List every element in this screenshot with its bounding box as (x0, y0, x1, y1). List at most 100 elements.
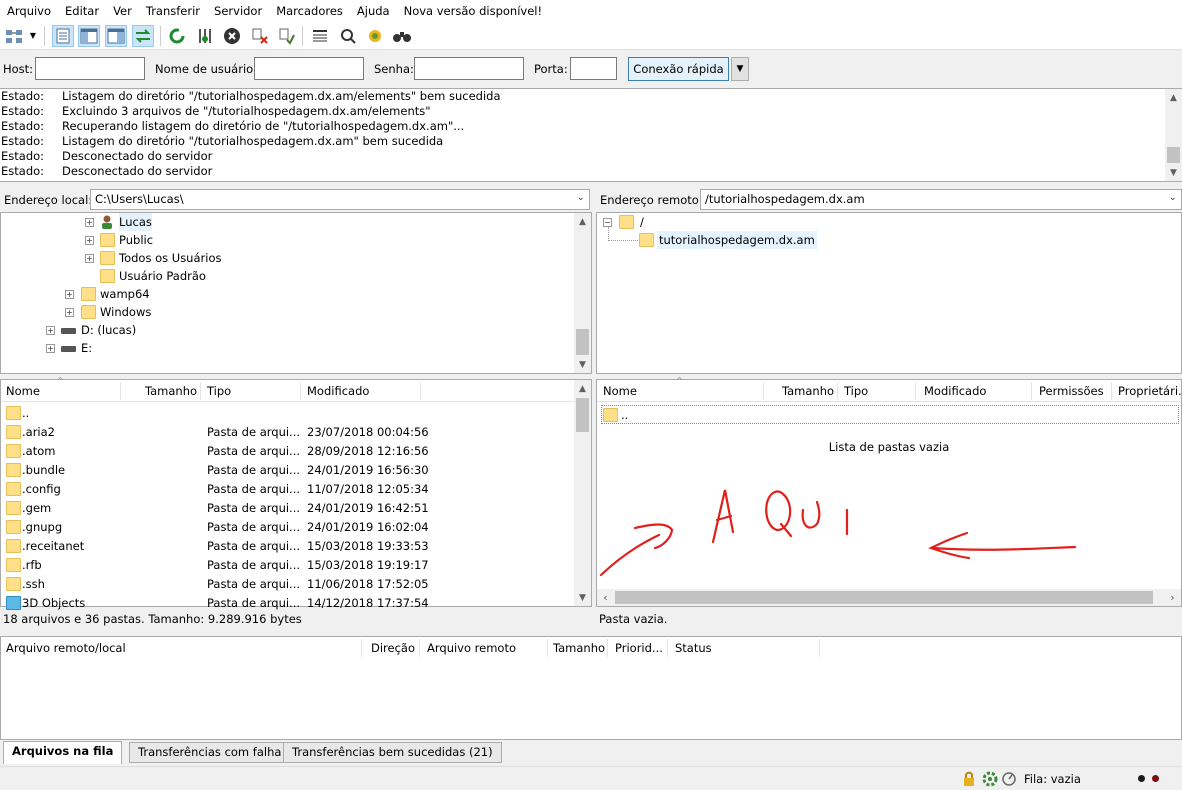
folder-icon (639, 233, 654, 247)
local-address-bar: Endereço local: C:\Users\Lucas\ ⌄ (0, 188, 592, 212)
scroll-down-icon[interactable]: ▼ (574, 589, 591, 606)
scroll-up-icon[interactable]: ▲ (574, 213, 591, 230)
menu-ajuda[interactable]: Ajuda (350, 0, 397, 22)
folder-icon (6, 520, 21, 534)
col-tipo[interactable]: Tipo (844, 384, 868, 398)
file-type: Pasta de arqui... (207, 444, 301, 458)
quickconnect-button[interactable]: Conexão rápida (628, 57, 729, 81)
file-type: Pasta de arqui... (207, 577, 301, 591)
scroll-down-icon[interactable]: ▼ (1165, 164, 1182, 181)
file-modified: 24/01/2019 16:56:30 (307, 463, 429, 477)
list-item[interactable]: .gnupg Pasta de arqui... 24/01/2019 16:02:… (1, 518, 574, 537)
scroll-right-icon[interactable]: › (1164, 589, 1181, 606)
red-annotation (599, 489, 1077, 577)
dropdown-arrow-icon[interactable]: ▼ (26, 25, 40, 47)
file-type: Pasta de arqui... (207, 425, 301, 439)
col-nome[interactable]: Nome (603, 384, 637, 398)
reconnect-icon[interactable] (276, 25, 298, 47)
local-address-input[interactable]: C:\Users\Lucas\ ⌄ (90, 189, 590, 210)
list-item[interactable]: .. (601, 405, 1179, 424)
menu-editar[interactable]: Editar (58, 0, 106, 22)
col-tamanho[interactable]: Tamanho (145, 384, 197, 398)
col-proprietario[interactable]: Proprietári... (1118, 384, 1182, 398)
folder-icon (100, 269, 115, 283)
col-permissoes[interactable]: Permissões (1039, 384, 1104, 398)
file-name: .gem (22, 501, 52, 515)
list-item[interactable]: .aria2 Pasta de arqui... 23/07/2018 00:04:… (1, 423, 574, 442)
tab-transferencias-bem-sucedidas[interactable]: Transferências bem sucedidas (21) (283, 742, 502, 763)
chevron-down-icon[interactable]: ⌄ (577, 192, 585, 203)
queue-tabs: Arquivos na fila Transferências com falh… (0, 740, 1182, 764)
local-list-scrollbar[interactable]: ▲ ▼ (574, 380, 591, 606)
menu-arquivo[interactable]: Arquivo (0, 0, 58, 22)
folder-icon (6, 558, 21, 572)
sync-browse-icon[interactable] (364, 25, 386, 47)
remote-list-hscrollbar[interactable]: ‹ › (597, 589, 1181, 606)
remote-address-input[interactable]: /tutorialhospedagem.dx.am ⌄ (700, 189, 1182, 210)
local-tree-scrollbar[interactable]: ▲ ▼ (574, 213, 591, 373)
remote-address-label: Endereço remoto: (600, 193, 703, 207)
file-type: Pasta de arqui... (207, 482, 301, 496)
scroll-up-icon[interactable]: ▲ (1165, 89, 1182, 106)
list-item[interactable]: .atom Pasta de arqui... 28/09/2018 12:16:5… (1, 442, 574, 461)
filter-status-icon[interactable] (1001, 771, 1017, 787)
col-tamanho[interactable]: Tamanho (782, 384, 834, 398)
disconnect-icon[interactable] (249, 25, 271, 47)
refresh-icon[interactable] (166, 25, 188, 47)
list-item[interactable]: .bundle Pasta de arqui... 24/01/2019 16:56… (1, 461, 574, 480)
host-input[interactable] (35, 57, 145, 80)
tab-transferencias-com-falha[interactable]: Transferências com falha (129, 742, 291, 763)
folder-icon (6, 425, 21, 439)
list-item[interactable]: .ssh Pasta de arqui... 11/06/2018 17:52:05 (1, 575, 574, 594)
menu-servidor[interactable]: Servidor (207, 0, 269, 22)
log-scrollbar[interactable]: ▲ ▼ (1165, 89, 1182, 181)
quickconnect-history-icon[interactable]: ▼ (731, 57, 749, 81)
file-name: .aria2 (22, 425, 55, 439)
col-prioridade[interactable]: Priorid... (615, 641, 663, 655)
password-input[interactable] (414, 57, 524, 80)
list-item[interactable]: .. (1, 404, 574, 423)
scroll-down-icon[interactable]: ▼ (574, 356, 591, 373)
scroll-up-icon[interactable]: ▲ (574, 380, 591, 397)
col-arquivo-remoto[interactable]: Arquivo remoto (427, 641, 516, 655)
folder-icon (81, 305, 96, 319)
speed-limit-icon[interactable] (982, 771, 998, 787)
menu-nova-versao[interactable]: Nova versão disponível! (397, 0, 549, 22)
list-item[interactable]: .config Pasta de arqui... 11/07/2018 12:05… (1, 480, 574, 499)
toggle-log-icon[interactable] (52, 25, 74, 47)
col-nome[interactable]: Nome (6, 384, 40, 398)
username-input[interactable] (254, 57, 364, 80)
port-input[interactable] (570, 57, 617, 80)
col-direcao[interactable]: Direção (371, 641, 415, 655)
col-status[interactable]: Status (675, 641, 712, 655)
tab-arquivos-na-fila[interactable]: Arquivos na fila (3, 741, 123, 764)
drive-icon (61, 328, 76, 334)
toggle-queue-icon[interactable] (132, 25, 154, 47)
col-modificado[interactable]: Modificado (307, 384, 369, 398)
list-item[interactable]: .receitanet Pasta de arqui... 15/03/2018 1… (1, 537, 574, 556)
folder-icon (100, 251, 115, 265)
menu-marcadores[interactable]: Marcadores (269, 0, 350, 22)
directory-filter-icon[interactable] (309, 25, 331, 47)
toggle-local-tree-icon[interactable] (78, 25, 100, 47)
process-queue-icon[interactable] (194, 25, 216, 47)
col-arquivo-remoto-local[interactable]: Arquivo remoto/local (6, 641, 126, 655)
col-tamanho[interactable]: Tamanho (553, 641, 605, 655)
menu-transferir[interactable]: Transferir (139, 0, 207, 22)
menu-ver[interactable]: Ver (106, 0, 139, 22)
site-manager-icon[interactable] (3, 25, 25, 47)
compare-icon[interactable] (337, 25, 359, 47)
list-item[interactable]: .gem Pasta de arqui... 24/01/2019 16:42:51 (1, 499, 574, 518)
remote-tree: − / tutorialhospedagem.dx.am (596, 212, 1182, 374)
message-log: Estado: Listagem do diretório "/tutorialh… (0, 88, 1182, 182)
toggle-remote-tree-icon[interactable] (105, 25, 127, 47)
scroll-left-icon[interactable]: ‹ (597, 589, 614, 606)
folder-icon (6, 482, 21, 496)
search-icon[interactable] (391, 25, 413, 47)
cancel-icon[interactable] (221, 25, 243, 47)
chevron-down-icon[interactable]: ⌄ (1169, 192, 1177, 203)
list-item[interactable]: .rfb Pasta de arqui... 15/03/2018 19:19:17 (1, 556, 574, 575)
col-tipo[interactable]: Tipo (207, 384, 231, 398)
file-name: .ssh (22, 577, 45, 591)
col-modificado[interactable]: Modificado (924, 384, 986, 398)
